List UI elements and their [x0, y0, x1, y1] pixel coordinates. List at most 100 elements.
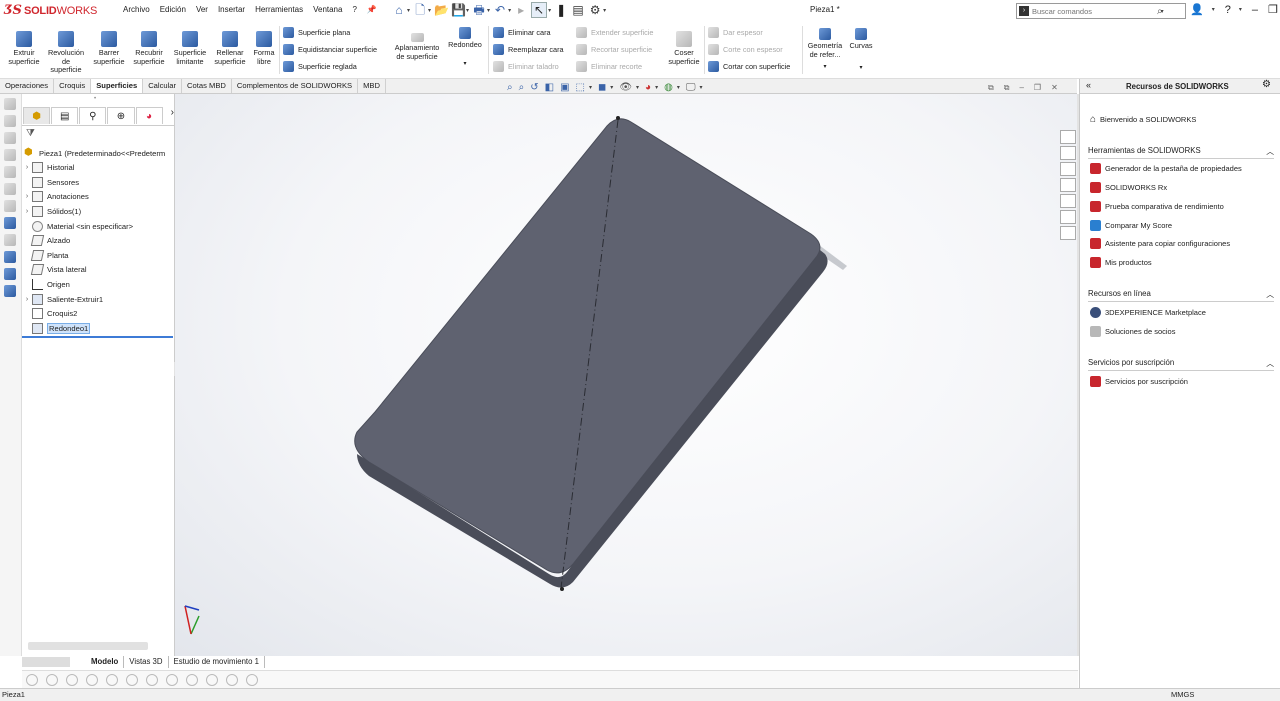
- open-folder-icon[interactable]: 📂: [434, 3, 449, 17]
- search-input[interactable]: [1032, 6, 1157, 16]
- undo-icon[interactable]: ↶: [493, 3, 507, 17]
- undo-dropdown-icon[interactable]: ▾: [508, 7, 511, 14]
- options-gear-icon[interactable]: ⚙: [588, 3, 602, 17]
- superficie-plana-button[interactable]: Superficie plana: [283, 27, 350, 38]
- tree-item[interactable]: Sensores: [22, 175, 79, 189]
- tool-icon[interactable]: [4, 217, 16, 229]
- options-dropdown-icon[interactable]: ▾: [603, 7, 606, 14]
- menu-help[interactable]: ?: [347, 5, 361, 14]
- snap-tool-icon[interactable]: [246, 674, 258, 686]
- help-icon[interactable]: ?: [1225, 4, 1231, 16]
- recortar-superficie-button[interactable]: Recortar superficie: [576, 44, 652, 55]
- revolucion-superficie-button[interactable]: Revolución de superficie: [44, 31, 88, 75]
- section-header-servicios[interactable]: Servicios por suscripción ︿: [1088, 358, 1274, 371]
- coser-superficie-button[interactable]: Coser superficie: [664, 31, 704, 66]
- forum-tab-icon[interactable]: [1060, 226, 1076, 240]
- section-header-herramientas[interactable]: Herramientas de SOLIDWORKS ︿: [1088, 146, 1274, 159]
- tab-croquis[interactable]: Croquis: [54, 79, 92, 93]
- view-palette-tab-icon[interactable]: [1060, 178, 1076, 192]
- equidistanciar-superficie-button[interactable]: Equidistanciar superficie: [283, 44, 377, 55]
- view-orientation-dropdown-icon[interactable]: ▾: [589, 84, 592, 91]
- new-dropdown-icon[interactable]: ▾: [428, 7, 431, 14]
- appearance-dropdown-icon[interactable]: ▾: [655, 84, 658, 91]
- expand-icon[interactable]: ›: [22, 208, 32, 215]
- relation-tool-icon[interactable]: [206, 674, 218, 686]
- design-library-tab-icon[interactable]: [1060, 146, 1076, 160]
- tab-mbd[interactable]: MBD: [358, 79, 386, 93]
- tabs-scroll-right-icon[interactable]: ›: [171, 107, 174, 125]
- geometria-referencia-button[interactable]: Geometría de refer... ▾: [806, 28, 844, 72]
- tool-icon[interactable]: [4, 234, 16, 246]
- dar-espesor-button[interactable]: Dar espesor: [708, 27, 763, 38]
- task-pane-splitter[interactable]: [1077, 94, 1079, 656]
- panel-grip-icon[interactable]: •: [94, 96, 96, 102]
- extender-superficie-button[interactable]: Extender superficie: [576, 27, 653, 38]
- link-servicios-suscripcion[interactable]: Servicios por suscripción: [1090, 376, 1188, 387]
- collapse-section-icon[interactable]: ︿: [1266, 289, 1274, 300]
- link-copiar-configuraciones[interactable]: Asistente para copiar configuraciones: [1090, 238, 1230, 249]
- cortar-con-superficie-button[interactable]: Cortar con superficie: [708, 61, 790, 72]
- collapse-pane-icon[interactable]: «: [1086, 80, 1091, 90]
- hide-show-dropdown-icon[interactable]: ▾: [636, 84, 639, 91]
- view-settings-icon[interactable]: 🖵: [686, 82, 696, 93]
- mirror-tool-icon[interactable]: [146, 674, 158, 686]
- view-orientation-icon[interactable]: ⬚: [576, 82, 585, 93]
- maximize-icon[interactable]: ❐: [1268, 3, 1278, 16]
- tree-item[interactable]: Material <sin especificar>: [22, 219, 133, 233]
- trim-tool-icon[interactable]: [106, 674, 118, 686]
- tab-estudio-movimiento[interactable]: Estudio de movimiento 1: [169, 656, 265, 668]
- tab-nav-arrows[interactable]: [22, 657, 70, 667]
- tree-root-part[interactable]: ⬢ Pieza1 (Predeterminado<<Predeterm: [24, 146, 165, 160]
- viewport-restore-icon[interactable]: ⧉: [988, 83, 994, 93]
- viewport-close-icon[interactable]: ✕: [1051, 83, 1058, 93]
- geometria-dropdown-icon[interactable]: ▾: [823, 63, 826, 72]
- tree-item[interactable]: Alzado: [22, 233, 70, 247]
- tree-item[interactable]: Planta: [22, 248, 69, 262]
- tool-icon[interactable]: [4, 149, 16, 161]
- tool-icon[interactable]: [4, 285, 16, 297]
- hide-show-items-icon[interactable]: 👁: [619, 82, 632, 93]
- menu-insertar[interactable]: Insertar: [213, 5, 250, 14]
- redo-icon[interactable]: ▸: [514, 3, 528, 17]
- scene-dropdown-icon[interactable]: ▾: [677, 84, 680, 91]
- select-cursor-icon[interactable]: ↖: [531, 2, 548, 18]
- menu-herramientas[interactable]: Herramientas: [250, 5, 308, 14]
- filter-icon[interactable]: ⧩: [26, 128, 35, 139]
- display-style-dropdown-icon[interactable]: ▾: [610, 84, 613, 91]
- expand-icon[interactable]: ›: [22, 296, 32, 303]
- aplanamiento-superficie-button[interactable]: Aplanamiento de superficie: [388, 33, 446, 61]
- tree-item-selected[interactable]: Redondeo1: [22, 321, 91, 335]
- redondeo-button[interactable]: Redondeo ▾: [446, 27, 484, 68]
- collapse-section-icon[interactable]: ︿: [1266, 146, 1274, 157]
- tab-complementos[interactable]: Complementos de SOLIDWORKS: [232, 79, 359, 93]
- section-header-recursos[interactable]: Recursos en línea ︿: [1088, 289, 1274, 302]
- menu-ventana[interactable]: Ventana: [308, 5, 347, 14]
- tree-item[interactable]: › Historial: [22, 160, 74, 174]
- sketch-point[interactable]: [560, 587, 564, 591]
- view-settings-dropdown-icon[interactable]: ▾: [699, 84, 702, 91]
- sketch-point[interactable]: [616, 116, 620, 120]
- dimension-tool-icon[interactable]: [186, 674, 198, 686]
- help-dropdown-icon[interactable]: ▾: [1239, 6, 1242, 13]
- redondeo-dropdown-icon[interactable]: ▾: [463, 60, 466, 69]
- tab-cotas-mbd[interactable]: Cotas MBD: [182, 79, 232, 93]
- link-marketplace[interactable]: 3DEXPERIENCE Marketplace: [1090, 307, 1206, 318]
- tree-item[interactable]: Origen: [22, 277, 70, 291]
- tree-item[interactable]: › Sólidos(1): [22, 204, 81, 218]
- tool-icon[interactable]: [4, 166, 16, 178]
- dynamic-annotation-icon[interactable]: ▣: [560, 82, 569, 93]
- previous-view-icon[interactable]: ↺: [530, 82, 538, 93]
- offset-tool-icon[interactable]: [126, 674, 138, 686]
- tool-icon[interactable]: [4, 251, 16, 263]
- select-dropdown-icon[interactable]: ▾: [548, 7, 551, 14]
- recubrir-superficie-button[interactable]: Recubrir superficie: [130, 31, 168, 66]
- link-generador[interactable]: Generador de la pestaña de propiedades: [1090, 163, 1242, 174]
- collapse-section-icon[interactable]: ︿: [1266, 358, 1274, 369]
- file-explorer-tab-icon[interactable]: [1060, 162, 1076, 176]
- tab-vistas-3d[interactable]: Vistas 3D: [124, 656, 169, 668]
- graphics-area[interactable]: [175, 94, 1077, 656]
- print-dropdown-icon[interactable]: ▾: [487, 7, 490, 14]
- appearances-tab-icon[interactable]: [1060, 194, 1076, 208]
- tree-item[interactable]: Vista lateral: [22, 262, 87, 276]
- home-icon[interactable]: ⌂: [392, 3, 406, 17]
